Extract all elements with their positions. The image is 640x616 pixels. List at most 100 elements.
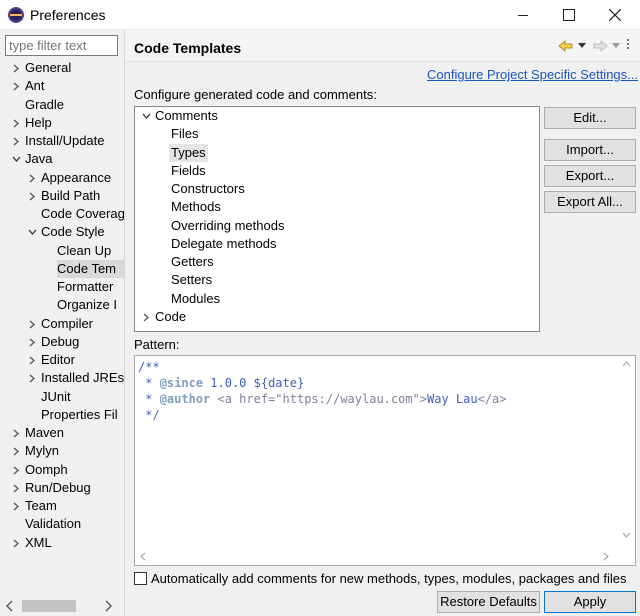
chevron-down-icon[interactable]	[27, 223, 37, 241]
nav-item-clean-up[interactable]: Clean Up	[57, 242, 111, 260]
chevron-right-icon[interactable]	[11, 442, 21, 460]
nav-item-build-path[interactable]: Build Path	[41, 187, 100, 205]
nav-item-organize-i[interactable]: Organize I	[57, 296, 117, 314]
nav-item-installed-jres[interactable]: Installed JREs	[41, 369, 124, 387]
pattern-editor[interactable]: /** * @since 1.0.0 ${date} * @author <a …	[134, 355, 636, 566]
template-item-modules[interactable]: Modules	[171, 290, 220, 308]
forward-menu-chevron-down-icon[interactable]	[612, 43, 620, 49]
close-button[interactable]	[592, 0, 638, 30]
filter-input[interactable]	[5, 35, 118, 56]
nav-item-appearance[interactable]: Appearance	[41, 169, 111, 187]
import-button[interactable]: Import...	[544, 139, 636, 161]
code-token: </a>	[477, 392, 507, 406]
chevron-right-icon[interactable]	[27, 333, 37, 351]
nav-item-mylyn[interactable]: Mylyn	[25, 442, 59, 460]
nav-item-java[interactable]: Java	[25, 150, 52, 168]
pattern-horizontal-scrollbar[interactable]	[135, 548, 618, 565]
code-token: */	[138, 408, 160, 422]
nav-item-maven[interactable]: Maven	[25, 424, 64, 442]
chevron-down-icon[interactable]	[11, 150, 21, 168]
scroll-down-icon[interactable]	[622, 532, 631, 538]
chevron-down-icon[interactable]	[141, 107, 151, 125]
nav-item-compiler[interactable]: Compiler	[41, 315, 93, 333]
nav-item-properties-fil[interactable]: Properties Fil	[41, 406, 118, 424]
preferences-tree[interactable]: General Ant Gradle Help Install/Update Java Ap…	[0, 59, 124, 595]
scroll-left-icon[interactable]	[6, 600, 14, 612]
nav-item-team[interactable]: Team	[25, 497, 57, 515]
chevron-right-icon[interactable]	[11, 59, 21, 77]
nav-item-run-debug[interactable]: Run/Debug	[25, 479, 91, 497]
template-item-constructors[interactable]: Constructors	[171, 180, 245, 198]
panel-divider[interactable]	[124, 30, 125, 616]
maximize-button[interactable]	[546, 0, 592, 30]
minimize-button[interactable]	[500, 0, 546, 30]
template-item-code[interactable]: Code	[155, 308, 186, 326]
chevron-right-icon[interactable]	[11, 132, 21, 150]
scroll-left-icon[interactable]	[140, 552, 146, 561]
nav-item-formatter[interactable]: Formatter	[57, 278, 113, 296]
view-menu-icon[interactable]	[626, 39, 630, 51]
window-title: Preferences	[30, 7, 106, 23]
scroll-up-icon[interactable]	[622, 361, 631, 367]
chevron-right-icon[interactable]	[27, 351, 37, 369]
nav-item-junit[interactable]: JUnit	[41, 388, 71, 406]
chevron-right-icon[interactable]	[11, 424, 21, 442]
nav-item-editor[interactable]: Editor	[41, 351, 75, 369]
chevron-right-icon[interactable]	[11, 461, 21, 479]
chevron-right-icon[interactable]	[11, 497, 21, 515]
nav-item-gradle[interactable]: Gradle	[25, 96, 64, 114]
auto-comments-checkbox[interactable]	[134, 572, 147, 585]
tree-horizontal-scrollbar[interactable]	[0, 597, 124, 615]
nav-item-code-tem[interactable]: Code Tem	[57, 259, 124, 278]
page-header: Code Templates	[126, 30, 640, 62]
chevron-right-icon[interactable]	[27, 169, 37, 187]
chevron-right-icon[interactable]	[11, 114, 21, 132]
nav-item-xml[interactable]: XML	[25, 534, 52, 552]
code-token: /**	[138, 360, 160, 374]
chevron-right-icon[interactable]	[11, 534, 21, 552]
template-item-delegate-methods[interactable]: Delegate methods	[171, 235, 277, 253]
nav-item-general[interactable]: General	[25, 59, 71, 77]
pattern-vertical-scrollbar[interactable]	[618, 356, 635, 548]
nav-item-code-coverag[interactable]: Code Coverag	[41, 205, 124, 223]
pattern-code[interactable]: /** * @since 1.0.0 ${date} * @author <a …	[138, 359, 507, 423]
nav-item-install-update[interactable]: Install/Update	[25, 132, 105, 150]
export-all-button[interactable]: Export All...	[544, 191, 636, 213]
chevron-right-icon[interactable]	[11, 77, 21, 95]
pattern-label: Pattern:	[134, 337, 180, 352]
apply-button[interactable]: Apply	[544, 591, 636, 613]
templates-tree[interactable]: Comments Files Types Fields Constructors Meth…	[134, 106, 540, 332]
template-item-types[interactable]: Types	[169, 143, 208, 162]
export-button[interactable]: Export...	[544, 165, 636, 187]
nav-item-debug[interactable]: Debug	[41, 333, 79, 351]
edit-button[interactable]: Edit...	[544, 107, 636, 129]
chevron-right-icon[interactable]	[11, 479, 21, 497]
nav-item-code-style[interactable]: Code Style	[41, 223, 105, 241]
back-menu-chevron-down-icon[interactable]	[578, 43, 586, 49]
code-token: @since	[159, 376, 204, 390]
auto-comments-label[interactable]: Automatically add comments for new metho…	[151, 571, 626, 586]
scroll-right-icon[interactable]	[603, 552, 609, 561]
chevron-right-icon[interactable]	[27, 369, 37, 387]
nav-item-ant[interactable]: Ant	[25, 77, 45, 95]
chevron-right-icon[interactable]	[141, 308, 151, 326]
scrollbar-thumb[interactable]	[22, 600, 76, 612]
forward-arrow-icon[interactable]	[592, 39, 608, 53]
restore-defaults-button[interactable]: Restore Defaults	[437, 591, 540, 613]
template-item-getters[interactable]: Getters	[171, 253, 214, 271]
template-item-comments[interactable]: Comments	[155, 107, 218, 125]
template-item-overriding-methods[interactable]: Overriding methods	[171, 217, 284, 235]
template-item-fields[interactable]: Fields	[171, 162, 206, 180]
nav-item-validation[interactable]: Validation	[25, 515, 81, 533]
nav-item-help[interactable]: Help	[25, 114, 52, 132]
template-item-setters[interactable]: Setters	[171, 271, 212, 289]
template-item-files[interactable]: Files	[171, 125, 198, 143]
template-item-methods[interactable]: Methods	[171, 198, 221, 216]
scroll-right-icon[interactable]	[104, 600, 112, 612]
eclipse-logo-icon	[8, 7, 24, 23]
configure-project-settings-link[interactable]: Configure Project Specific Settings...	[427, 67, 638, 82]
chevron-right-icon[interactable]	[27, 315, 37, 333]
chevron-right-icon[interactable]	[27, 187, 37, 205]
back-arrow-icon[interactable]	[558, 39, 574, 53]
nav-item-oomph[interactable]: Oomph	[25, 461, 68, 479]
